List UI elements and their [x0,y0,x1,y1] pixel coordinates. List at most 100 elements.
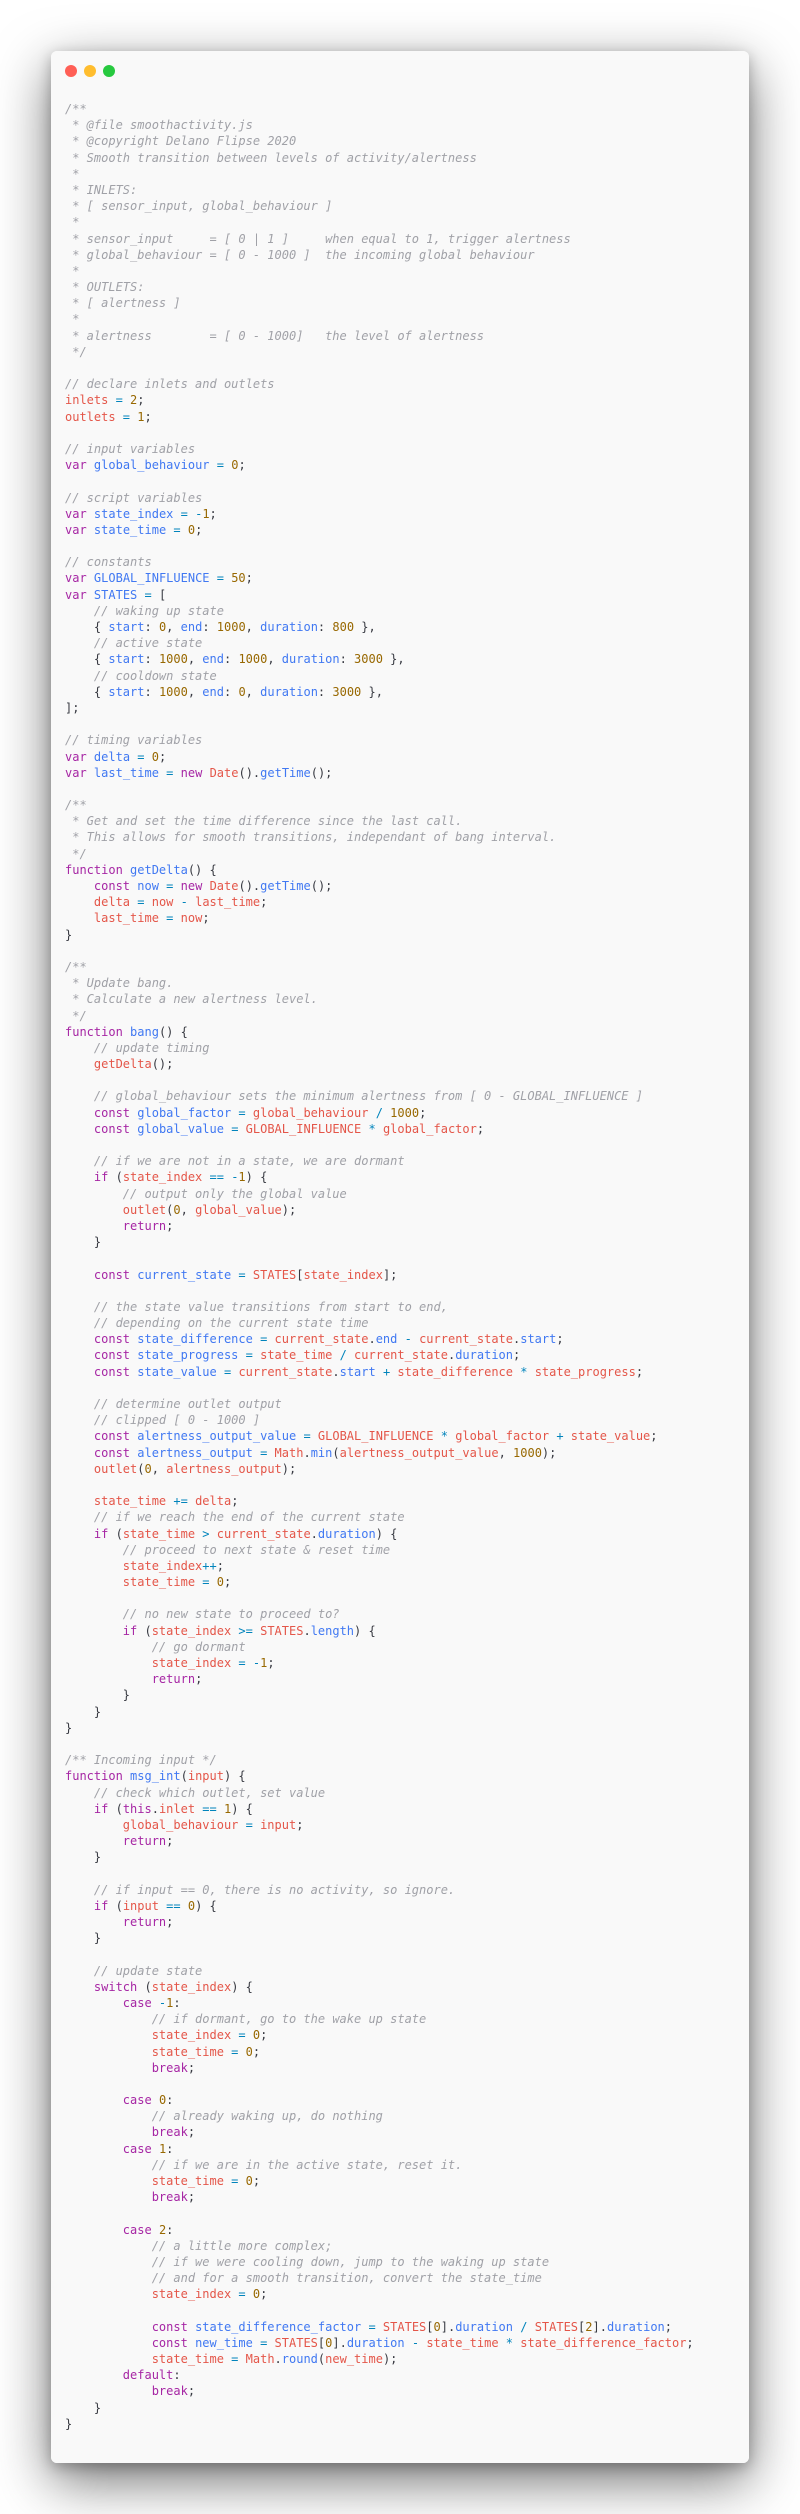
code-line: case 1: [65,2141,745,2157]
code-token: = [223,1121,246,1136]
code-token: start [108,684,145,699]
code-line: state_time = Math.round(new_time); [65,2351,745,2367]
code-token: * alertness = [ 0 - 1000] the level of a… [65,328,485,343]
code-line: ​ [65,1137,745,1153]
code-token: // input variables [65,441,196,456]
code-line: } [65,1687,745,1703]
code-line: ​ [65,538,745,554]
code-token: } [93,2400,102,2415]
code-token: // if we are not in a state, we are dorm… [93,1154,405,1169]
code-token: // depending on the current state time [93,1316,369,1331]
code-token: switch [93,1979,138,1994]
code-token: } [65,1720,73,1735]
code-token: Math [245,2352,275,2367]
code-token: , [180,1202,196,1217]
code-token: * [65,312,80,327]
code-token: 1000 [238,652,268,667]
code-line: * @copyright Delano Flipse 2020 [65,133,745,149]
code-line: const state_difference_factor = STATES[0… [65,2319,745,2335]
code-token: ; [513,1348,521,1363]
code-token: start [108,620,145,634]
code-token: const [93,1121,131,1136]
code-token: ; [166,1834,174,1849]
maximize-window-button[interactable] [103,65,115,77]
code-token: min [310,1445,333,1460]
code-token: = [223,2174,246,2188]
code-token: STATES [93,587,138,602]
code-token: now [137,879,159,893]
code-line: state_index = 0; [65,2286,745,2302]
code-line: var STATES = [ [65,587,745,603]
code-token: * Smooth transition between levels of ac… [65,150,477,165]
code-token: /** [65,798,87,813]
code-token: () { [187,862,217,877]
code-token: length [310,1623,355,1638]
code-token: current_state [354,1348,448,1363]
code-line: state_index = -1; [65,1655,745,1671]
code-token: = [137,587,159,602]
close-window-button[interactable] [65,65,77,77]
code-block[interactable]: /** * @file smoothactivity.js * @copyrig… [65,101,745,2432]
code-token: 0 [216,1575,224,1590]
code-token: (). [238,879,261,893]
code-token: (). [238,765,261,780]
code-token: : [223,652,239,667]
code-token: state_time [93,522,167,537]
code-token: state_progress [137,1348,239,1363]
code-token: - [397,1332,420,1347]
code-line: // check which outlet, set value [65,1785,745,1801]
code-token: global_factor [382,1121,477,1136]
code-token: ); [281,1461,297,1476]
code-token: ) { [354,1623,376,1638]
code-token: = [238,1817,261,1832]
code-token: 2 [585,2319,593,2334]
code-token: state_time [93,1494,167,1509]
code-token: case [122,2141,152,2156]
code-token: 800 [332,620,355,634]
code-token: now [180,911,203,926]
code-token: var [65,522,87,537]
code-token: // a little more complex; [151,2238,333,2253]
code-line: // global_behaviour sets the minimum ale… [65,1088,745,1104]
code-token: ; [202,911,210,926]
code-token: state_index [93,506,174,521]
code-line: function msg_int(input) { [65,1768,745,1784]
code-token: } [93,1704,102,1719]
code-line: const state_progress = state_time / curr… [65,1347,745,1363]
code-token: = [252,1332,275,1347]
code-line: state_index++; [65,1558,745,1574]
code-token: // determine outlet output [93,1397,282,1411]
code-token: start [520,1332,557,1347]
code-line: default: [65,2367,745,2383]
code-token: function [65,1024,123,1039]
code-token: state_index [151,2028,232,2043]
code-line: * alertness = [ 0 - 1000] the level of a… [65,328,745,344]
code-token: var [65,587,87,602]
code-token: ; [635,1364,644,1379]
code-line: * Smooth transition between levels of ac… [65,150,745,166]
code-token: ( [108,1898,123,1913]
code-line: // determine outlet output [65,1396,745,1412]
code-token: . [303,1445,311,1460]
code-line: state_time = 0; [65,2044,745,2060]
code-line: /** [65,959,745,975]
code-line: } [65,927,745,943]
code-token: * Update bang. [65,976,174,991]
code-token: case [122,2093,152,2108]
code-token: // timing variables [65,733,203,748]
minimize-window-button[interactable] [84,65,96,77]
code-token: 1000 [158,652,188,667]
code-line: // constants [65,554,745,570]
code-line: // update state [65,1963,745,1979]
code-line: break; [65,2383,745,2399]
